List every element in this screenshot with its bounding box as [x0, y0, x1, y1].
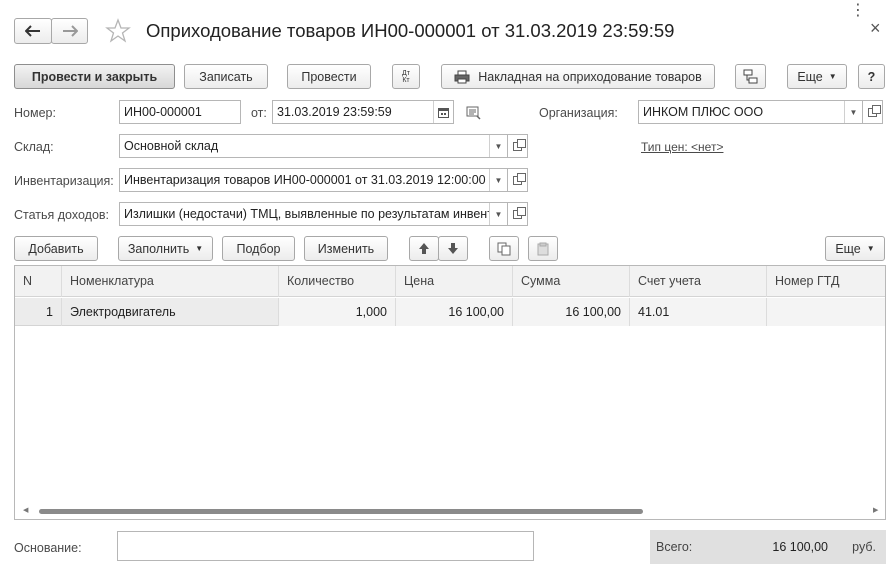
dt-kt-icon: Дт Кт	[402, 69, 410, 84]
arrow-left-icon	[25, 25, 40, 37]
date-label: от:	[251, 106, 267, 120]
table-row[interactable]: 1 Электродвигатель 1,000 16 100,00 16 10…	[15, 298, 885, 326]
number-value: ИН00-000001	[124, 105, 202, 119]
open-icon	[513, 172, 526, 185]
chevron-down-icon[interactable]: ▼	[489, 203, 507, 225]
table-more-button[interactable]: Еще ▼	[825, 236, 885, 261]
scroll-right-icon[interactable]: ▶	[873, 506, 878, 514]
warehouse-label: Склад:	[14, 140, 54, 154]
cell-gtd	[767, 298, 885, 326]
column-header-price[interactable]: Цена	[396, 266, 513, 297]
paste-button[interactable]	[528, 236, 558, 261]
paste-icon	[537, 242, 549, 255]
save-button[interactable]: Записать	[184, 64, 268, 89]
dt-kt-button[interactable]: Дт Кт	[392, 64, 420, 89]
forward-button[interactable]	[51, 18, 88, 44]
more-label: Еще	[797, 69, 823, 84]
price-type-link[interactable]: Тип цен: <нет>	[641, 140, 723, 154]
fill-label: Заполнить	[127, 241, 190, 256]
arrow-down-icon	[448, 243, 458, 254]
organization-label: Организация:	[539, 106, 618, 120]
fill-button[interactable]: Заполнить ▼	[118, 236, 213, 261]
more-button[interactable]: Еще ▼	[787, 64, 847, 89]
date-value: 31.03.2019 23:59:59	[277, 105, 392, 119]
arrow-up-icon	[419, 243, 429, 254]
total-currency: руб.	[852, 540, 876, 554]
total-value: 16 100,00	[772, 540, 828, 554]
inventory-value: Инвентаризация товаров ИН00-000001 от 31…	[124, 173, 486, 187]
income-item-label: Статья доходов:	[14, 208, 110, 222]
chevron-down-icon[interactable]: ▼	[489, 169, 507, 191]
number-field[interactable]: ИН00-000001	[119, 100, 241, 124]
copy-row-button[interactable]	[489, 236, 519, 261]
scroll-left-icon[interactable]: ◀	[23, 506, 28, 514]
column-header-n[interactable]: N	[15, 266, 62, 297]
column-header-account[interactable]: Счет учета	[630, 266, 767, 297]
organization-open-button[interactable]	[863, 100, 883, 124]
print-invoice-button[interactable]: Накладная на оприходование товаров	[441, 64, 715, 89]
inventory-field[interactable]: Инвентаризация товаров ИН00-000001 от 31…	[119, 168, 508, 192]
favorite-star-icon[interactable]	[105, 18, 131, 44]
calendar-icon[interactable]	[433, 101, 453, 123]
goods-table[interactable]: N Номенклатура Количество Цена Сумма Сче…	[14, 265, 886, 520]
open-icon	[868, 104, 881, 117]
open-icon	[513, 138, 526, 151]
income-item-value: Излишки (недостачи) ТМЦ, выявленные по р…	[124, 207, 489, 221]
post-and-close-button[interactable]: Провести и закрыть	[14, 64, 175, 89]
income-item-open-button[interactable]	[508, 202, 528, 226]
select-button[interactable]: Подбор	[222, 236, 295, 261]
column-header-quantity[interactable]: Количество	[279, 266, 396, 297]
printer-icon	[454, 70, 470, 83]
dropdown-arrow-icon: ▼	[866, 244, 875, 253]
window-title: Оприходование товаров ИН00-000001 от 31.…	[146, 20, 675, 41]
basis-field[interactable]	[117, 531, 534, 561]
help-button[interactable]: ?	[858, 64, 885, 89]
organization-value: ИНКОМ ПЛЮС ООО	[643, 105, 764, 119]
column-header-gtd[interactable]: Номер ГТД	[767, 266, 885, 297]
structure-icon	[743, 69, 757, 83]
copy-icon	[497, 242, 511, 255]
cell-n: 1	[15, 298, 62, 326]
income-item-field[interactable]: Излишки (недостачи) ТМЦ, выявленные по р…	[119, 202, 508, 226]
chevron-down-icon[interactable]: ▼	[844, 101, 862, 123]
open-icon	[513, 206, 526, 219]
cell-quantity: 1,000	[279, 298, 396, 326]
date-field[interactable]: 31.03.2019 23:59:59	[272, 100, 454, 124]
inventory-label: Инвентаризация:	[14, 174, 114, 188]
comment-icon[interactable]	[466, 106, 482, 120]
move-down-button[interactable]	[438, 236, 468, 261]
post-button[interactable]: Провести	[287, 64, 371, 89]
dropdown-arrow-icon: ▼	[828, 72, 837, 81]
cell-account: 41.01	[630, 298, 767, 326]
column-header-sum[interactable]: Сумма	[513, 266, 630, 297]
structure-button[interactable]	[735, 64, 766, 89]
warehouse-value: Основной склад	[124, 139, 219, 153]
cell-item: Электродвигатель	[62, 298, 279, 326]
arrow-right-icon	[62, 25, 78, 37]
column-header-item[interactable]: Номенклатура	[62, 266, 279, 297]
back-button[interactable]	[14, 18, 52, 44]
inventory-open-button[interactable]	[508, 168, 528, 192]
add-button[interactable]: Добавить	[14, 236, 98, 261]
change-button[interactable]: Изменить	[304, 236, 388, 261]
horizontal-scrollbar[interactable]: ◀ ▶	[23, 506, 881, 516]
cell-sum: 16 100,00	[513, 298, 630, 326]
table-more-label: Еще	[835, 241, 861, 256]
close-icon[interactable]: ×	[870, 18, 881, 39]
number-label: Номер:	[14, 106, 56, 120]
total-panel: Всего: 16 100,00 руб.	[650, 530, 886, 564]
warehouse-field[interactable]: Основной склад ▼	[119, 134, 508, 158]
cell-price: 16 100,00	[396, 298, 513, 326]
chevron-down-icon[interactable]: ▼	[489, 135, 507, 157]
scrollbar-thumb[interactable]	[39, 509, 643, 514]
warehouse-open-button[interactable]	[508, 134, 528, 158]
table-header: N Номенклатура Количество Цена Сумма Сче…	[15, 266, 885, 297]
organization-field[interactable]: ИНКОМ ПЛЮС ООО ▼	[638, 100, 863, 124]
move-up-button[interactable]	[409, 236, 439, 261]
total-label: Всего:	[656, 540, 693, 554]
print-invoice-label: Накладная на оприходование товаров	[478, 69, 702, 84]
dropdown-arrow-icon: ▼	[195, 244, 204, 253]
window-menu-icon[interactable]: ⋮	[850, 0, 866, 20]
basis-label: Основание:	[14, 541, 82, 555]
